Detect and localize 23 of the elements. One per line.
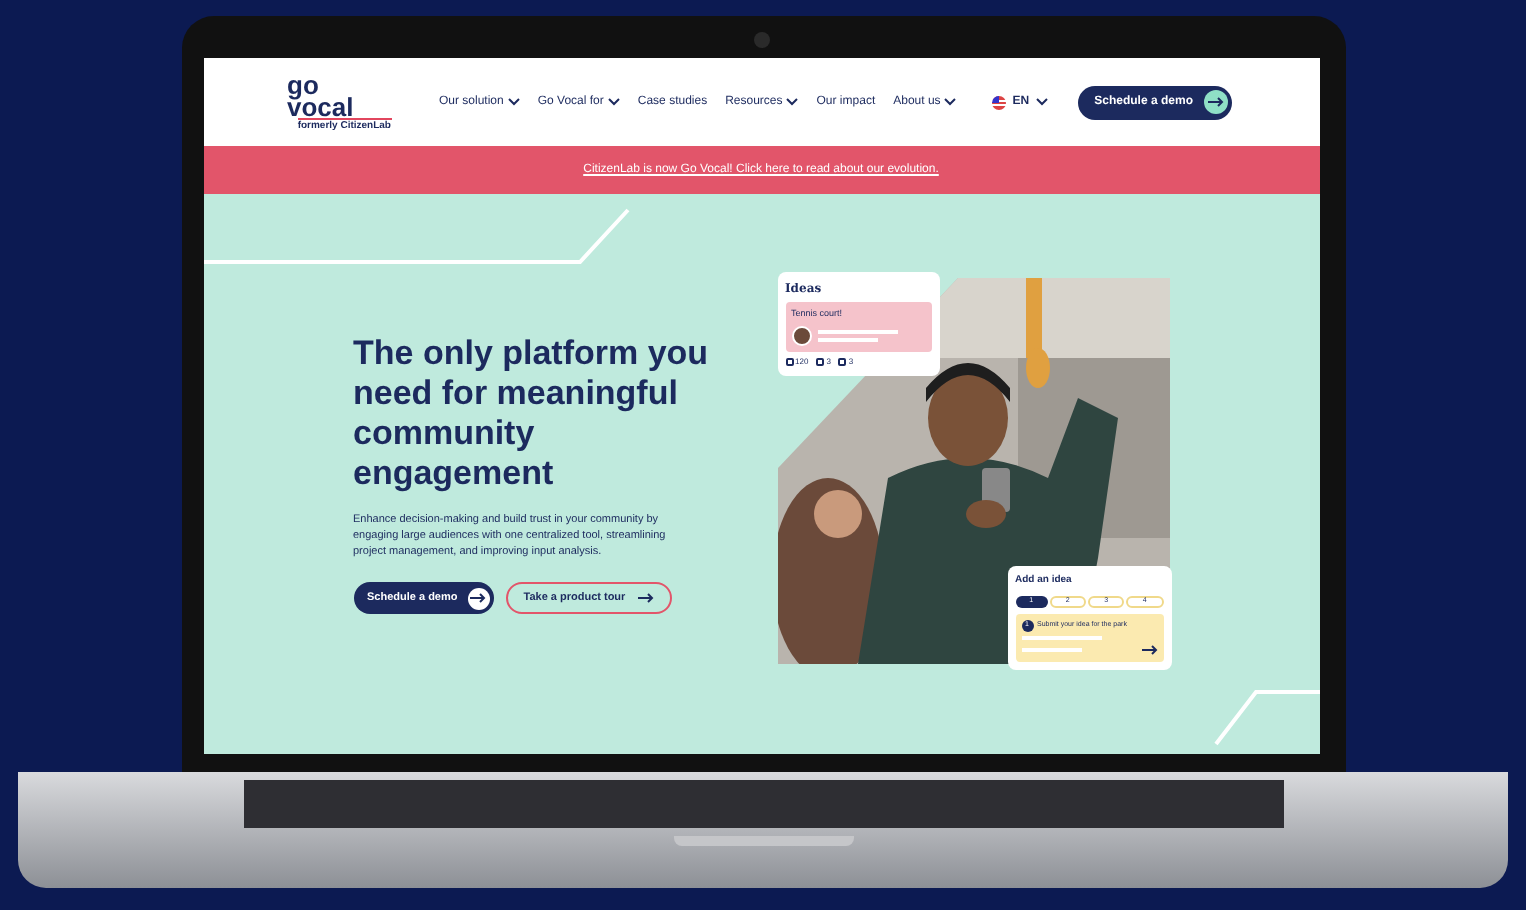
- hero-title: The only platform you need for meaningful community engagement: [353, 334, 711, 494]
- reaction-icon: [816, 357, 825, 366]
- camera-icon: [753, 32, 769, 48]
- arrow-right-icon: [1207, 96, 1223, 108]
- reaction-icon: [838, 357, 847, 366]
- logo-text: vocal: [287, 95, 354, 118]
- arrow-right-icon: [637, 592, 654, 604]
- chevron-down-icon: [507, 98, 520, 106]
- arrow-right-icon: [470, 592, 487, 604]
- chevron-down-icon: [1035, 98, 1048, 106]
- avatar: [791, 325, 811, 346]
- placeholder-line: [817, 329, 897, 334]
- placeholder-line: [1021, 635, 1101, 639]
- logo-text: go: [287, 73, 319, 96]
- decoration-line: [1211, 688, 1319, 748]
- chevron-down-icon: [944, 98, 957, 106]
- chevron-down-icon: [786, 98, 799, 106]
- placeholder-line: [817, 337, 877, 342]
- reaction-icon: [785, 357, 793, 366]
- flag-icon: [992, 95, 1007, 109]
- arrow-right-icon: [1141, 643, 1157, 655]
- placeholder-line: [1021, 647, 1081, 651]
- chevron-down-icon: [607, 98, 620, 106]
